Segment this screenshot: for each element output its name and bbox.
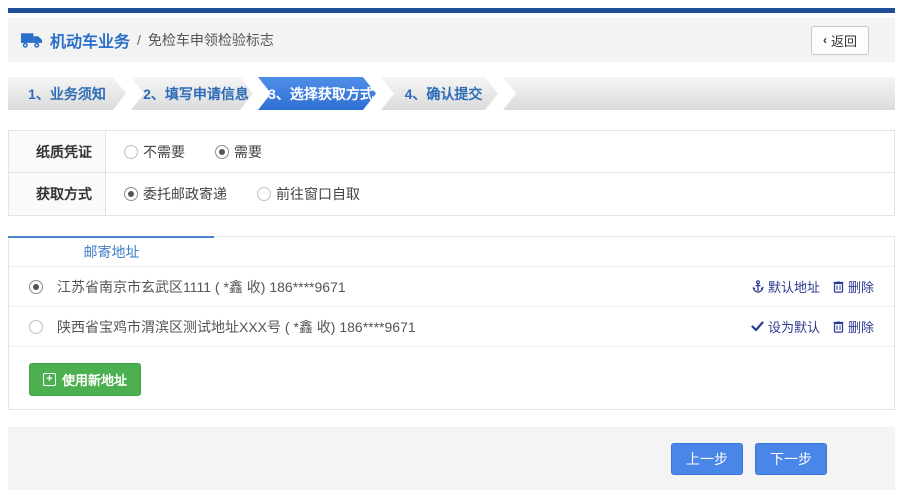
truck-icon xyxy=(20,32,43,49)
delete-address-link[interactable]: 删除 xyxy=(833,317,874,336)
address-radio[interactable] xyxy=(29,280,43,294)
trash-icon xyxy=(833,280,844,293)
address-actions: 默认地址 删除 xyxy=(752,277,874,296)
page: 机动车业务 / 免检车申领检验标志 ‹ 返回 1、业务须知 2、填写申请信息 3… xyxy=(8,8,895,490)
action-label: 删除 xyxy=(848,277,874,296)
check-icon xyxy=(751,321,764,332)
action-label: 设为默认 xyxy=(768,317,820,336)
radio-option-needed[interactable]: 需要 xyxy=(215,142,262,162)
obtain-method-label: 获取方式 xyxy=(9,173,106,215)
previous-step-button[interactable]: 上一步 xyxy=(671,443,743,475)
radio-icon[interactable] xyxy=(257,187,271,201)
set-default-link[interactable]: 设为默认 xyxy=(751,317,820,336)
action-label: 默认地址 xyxy=(768,277,820,296)
trash-icon xyxy=(833,320,844,333)
brand-title: 机动车业务 xyxy=(50,28,130,52)
new-address-row: 使用新地址 xyxy=(9,347,894,409)
address-text: 陕西省宝鸡市渭滨区测试地址XXX号 ( *鑫 收) 186****9671 xyxy=(57,317,751,337)
step-label: 3、选择获取方式 xyxy=(268,84,374,104)
breadcrumb-divider: / xyxy=(137,32,141,48)
anchor-icon xyxy=(752,280,764,293)
page-title: 免检车申领检验标志 xyxy=(148,30,274,50)
radio-icon[interactable] xyxy=(124,187,138,201)
form-row-obtain-method: 获取方式 委托邮政寄递 前往窗口自取 xyxy=(9,173,894,215)
address-row-2: 陕西省宝鸡市渭滨区测试地址XXX号 ( *鑫 收) 186****9671 设为… xyxy=(9,307,894,347)
radio-icon[interactable] xyxy=(124,145,138,159)
step-1-business-notice[interactable]: 1、业务须知 xyxy=(8,77,126,110)
step-navigation: 1、业务须知 2、填写申请信息 3、选择获取方式 4、确认提交 xyxy=(8,77,895,110)
address-actions: 设为默认 删除 xyxy=(751,317,874,336)
radio-label: 前往窗口自取 xyxy=(276,184,360,204)
action-label: 删除 xyxy=(848,317,874,336)
radio-label: 不需要 xyxy=(143,142,185,162)
radio-option-window-pickup[interactable]: 前往窗口自取 xyxy=(257,184,360,204)
form-row-paper-certificate: 纸质凭证 不需要 需要 xyxy=(9,131,894,173)
plus-icon xyxy=(43,373,56,386)
brand-wrap: 机动车业务 xyxy=(20,28,130,52)
step-label: 4、确认提交 xyxy=(405,84,483,104)
tab-accent-line xyxy=(8,236,214,238)
paper-certificate-label: 纸质凭证 xyxy=(9,131,106,172)
footer-action-bar: 上一步 下一步 xyxy=(8,427,895,490)
header: 机动车业务 / 免检车申领检验标志 ‹ 返回 xyxy=(8,18,895,62)
default-address-link[interactable]: 默认地址 xyxy=(752,277,820,296)
step-label: 2、填写申请信息 xyxy=(143,84,249,104)
obtain-method-options: 委托邮政寄递 前往窗口自取 xyxy=(106,173,360,215)
use-new-address-label: 使用新地址 xyxy=(62,370,127,389)
radio-option-not-needed[interactable]: 不需要 xyxy=(124,142,185,162)
address-text: 江苏省南京市玄武区1111 ( *鑫 收) 186****9671 xyxy=(57,277,752,297)
step-2-fill-application[interactable]: 2、填写申请信息 xyxy=(131,77,253,110)
radio-icon[interactable] xyxy=(215,145,229,159)
step-3-choose-delivery[interactable]: 3、选择获取方式 xyxy=(258,77,376,110)
top-accent-bar xyxy=(8,8,895,13)
use-new-address-button[interactable]: 使用新地址 xyxy=(29,363,141,396)
tab-mailing-address[interactable]: 邮寄地址 xyxy=(9,237,214,266)
tab-row: 邮寄地址 xyxy=(9,237,894,267)
radio-label: 需要 xyxy=(234,142,262,162)
next-step-button[interactable]: 下一步 xyxy=(755,443,827,475)
back-button[interactable]: ‹ 返回 xyxy=(811,26,869,55)
step-label: 1、业务须知 xyxy=(28,84,106,104)
step-4-confirm-submit[interactable]: 4、确认提交 xyxy=(381,77,498,110)
address-radio[interactable] xyxy=(29,320,43,334)
paper-certificate-options: 不需要 需要 xyxy=(106,131,262,172)
radio-option-postal-delivery[interactable]: 委托邮政寄递 xyxy=(124,184,227,204)
radio-label: 委托邮政寄递 xyxy=(143,184,227,204)
tab-label: 邮寄地址 xyxy=(84,242,140,262)
mailing-address-section: 邮寄地址 江苏省南京市玄武区1111 ( *鑫 收) 186****9671 默… xyxy=(8,236,895,410)
step-nav-filler xyxy=(503,77,895,110)
back-chevron-icon: ‹ xyxy=(823,33,827,47)
address-row-1: 江苏省南京市玄武区1111 ( *鑫 收) 186****9671 默认地址 xyxy=(9,267,894,307)
delete-address-link[interactable]: 删除 xyxy=(833,277,874,296)
back-button-label: 返回 xyxy=(831,31,857,50)
delivery-form: 纸质凭证 不需要 需要 获取方式 委托邮政寄递 xyxy=(8,130,895,216)
